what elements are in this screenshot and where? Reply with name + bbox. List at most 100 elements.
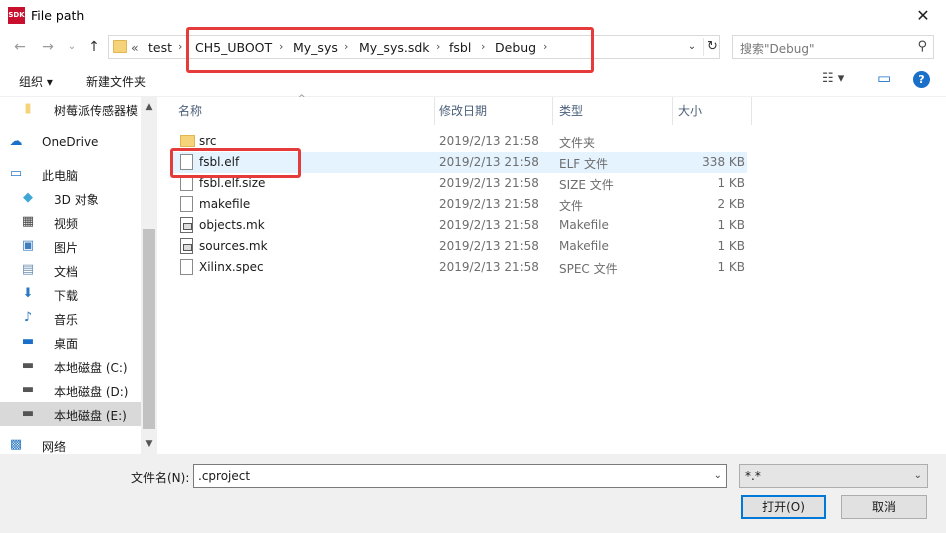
sidebar-item[interactable]: ▬ 本地磁盘 (D:): [0, 378, 141, 402]
breadcrumb-separator[interactable]: ›: [481, 40, 485, 53]
sidebar-item[interactable]: ▦ 视频: [0, 210, 141, 234]
new-folder-button[interactable]: 新建文件夹: [86, 73, 146, 90]
sidebar-item-label: 本地磁盘 (D:): [54, 385, 129, 399]
cancel-button[interactable]: 取消: [841, 495, 927, 519]
sidebar-item[interactable]: ▣ 图片: [0, 234, 141, 258]
file-row[interactable]: fsbl.elf.size 2019/2/13 21:58 SIZE 文件 1 KB: [170, 173, 747, 194]
breadcrumb-separator[interactable]: ›: [279, 40, 283, 53]
sidebar-item[interactable]: ◆ 3D 对象: [0, 186, 141, 210]
scroll-down-arrow-icon[interactable]: ▼: [141, 436, 157, 452]
sidebar-item-label: 树莓派传感器模: [54, 104, 139, 118]
sidebar-item[interactable]: ▬ 本地磁盘 (C:): [0, 354, 141, 378]
breadcrumb-ch5-uboot[interactable]: CH5_UBOOT: [195, 40, 272, 55]
open-button[interactable]: 打开(O): [741, 495, 826, 519]
sidebar-item-label: 此电脑: [42, 169, 79, 183]
file-size: 1 KB: [717, 239, 745, 253]
drive-e-icon: ▬: [21, 406, 35, 421]
file-name: fsbl.elf: [199, 155, 240, 169]
file-row[interactable]: makefile 2019/2/13 21:58 文件 2 KB: [170, 194, 747, 215]
navigation-pane[interactable]: ▩ 网络 ▬ 本地磁盘 (E:) ▬ 本地磁盘 (D:) ▬ 本地磁盘 (C:) ▬ 桌面 ♪ 音乐 ⬇…: [0, 97, 157, 454]
makefile-icon: [180, 238, 193, 254]
column-divider[interactable]: [751, 97, 752, 125]
column-header-size[interactable]: 大小: [672, 97, 751, 125]
sidebar-item-label: 音乐: [54, 313, 79, 327]
column-header-date[interactable]: 修改日期: [433, 97, 552, 125]
breadcrumb-separator[interactable]: ›: [436, 40, 440, 53]
window-title: File path: [31, 8, 85, 23]
breadcrumb-separator[interactable]: ›: [543, 40, 547, 53]
organize-button[interactable]: 组织 ▾: [19, 73, 53, 90]
view-options-icon[interactable]: ☷ ▾: [822, 71, 844, 86]
refresh-icon[interactable]: ↻: [703, 38, 721, 56]
file-date: 2019/2/13 21:58: [439, 155, 539, 169]
sidebar-item[interactable]: ▮ 树莓派传感器模: [0, 97, 141, 121]
music-icon: ♪: [23, 310, 33, 325]
file-size: 1 KB: [717, 260, 745, 274]
sidebar-item[interactable]: ⬇ 下载: [0, 282, 141, 306]
file-type-filter[interactable]: *.* ⌄: [739, 464, 928, 488]
sidebar-item-label: 网络: [42, 440, 67, 454]
file-row[interactable]: Xilinx.spec 2019/2/13 21:58 SPEC 文件 1 KB: [170, 257, 747, 278]
preview-pane-icon[interactable]: ▭: [877, 69, 891, 87]
help-icon[interactable]: ?: [913, 71, 930, 88]
breadcrumb-debug[interactable]: Debug: [495, 40, 536, 55]
file-type: Makefile: [559, 218, 609, 232]
drive-d-icon: ▬: [21, 382, 35, 397]
breadcrumb-my-sys-sdk[interactable]: My_sys.sdk: [359, 40, 430, 55]
scroll-up-arrow-icon[interactable]: ▲: [141, 99, 157, 115]
sdk-app-icon: SDK: [8, 7, 25, 24]
file-list[interactable]: 名称 ^ 修改日期 类型 大小 src 2019/2/13 21:58 文件夹 fsb…: [157, 94, 946, 454]
address-dropdown-icon[interactable]: ⌄: [683, 38, 701, 56]
file-icon: [180, 154, 193, 170]
filename-value[interactable]: .cproject: [198, 469, 250, 483]
file-type: ELF 文件: [559, 157, 608, 171]
sidebar-item-label: 视频: [54, 217, 79, 231]
sidebar-item[interactable]: ▤ 文档: [0, 258, 141, 282]
search-icon[interactable]: ⚲: [917, 39, 927, 54]
column-header-type[interactable]: 类型: [553, 97, 672, 125]
video-icon: ▦: [21, 214, 35, 229]
document-icon: ▤: [21, 262, 35, 277]
recent-locations-button[interactable]: ⌄: [62, 37, 82, 57]
breadcrumb-separator[interactable]: ›: [344, 40, 348, 53]
sidebar-item[interactable]: ▬ 本地磁盘 (E:): [0, 402, 141, 426]
cloud-icon: ☁: [9, 134, 23, 149]
filename-input[interactable]: .cproject ⌄: [193, 464, 727, 488]
sidebar-scroll-thumb[interactable]: [143, 229, 155, 429]
makefile-icon: [180, 217, 193, 233]
file-date: 2019/2/13 21:58: [439, 134, 539, 148]
sort-arrow-icon: ^: [298, 94, 306, 104]
up-button[interactable]: ↑: [84, 37, 104, 57]
folder-icon: [113, 40, 127, 53]
sidebar-item[interactable]: ▭ 此电脑: [0, 162, 141, 186]
file-row[interactable]: fsbl.elf 2019/2/13 21:58 ELF 文件 338 KB: [170, 152, 747, 173]
file-name: fsbl.elf.size: [199, 176, 266, 190]
file-type-filter-value: *.*: [745, 469, 761, 483]
close-button[interactable]: ✕: [900, 0, 946, 31]
breadcrumb-fsbl[interactable]: fsbl: [449, 40, 471, 55]
file-row[interactable]: src 2019/2/13 21:58 文件夹: [170, 131, 747, 152]
breadcrumb-overflow[interactable]: «: [131, 40, 139, 55]
file-name: objects.mk: [199, 218, 265, 232]
back-button[interactable]: ←: [10, 37, 30, 57]
sidebar-item-label: 本地磁盘 (C:): [54, 361, 128, 375]
breadcrumb-test[interactable]: test: [148, 40, 172, 55]
filename-dropdown-icon[interactable]: ⌄: [714, 470, 722, 481]
file-icon: [180, 259, 193, 275]
breadcrumb-my-sys[interactable]: My_sys: [293, 40, 338, 55]
address-bar[interactable]: « test › CH5_UBOOT › My_sys › My_sys.sdk…: [108, 35, 720, 59]
breadcrumb-separator[interactable]: ›: [178, 40, 182, 53]
forward-button[interactable]: →: [38, 37, 58, 57]
sidebar-item-label: 图片: [54, 241, 79, 255]
search-input[interactable]: 搜索"Debug" ⚲: [732, 35, 934, 59]
file-row[interactable]: objects.mk 2019/2/13 21:58 Makefile 1 KB: [170, 215, 747, 236]
file-row[interactable]: sources.mk 2019/2/13 21:58 Makefile 1 KB: [170, 236, 747, 257]
computer-icon: ▭: [9, 166, 23, 181]
sidebar-item[interactable]: ▩ 网络: [0, 433, 141, 454]
sidebar-item[interactable]: ▬ 桌面: [0, 330, 141, 354]
sidebar-item[interactable]: ☁ OneDrive: [0, 130, 141, 154]
file-size: 1 KB: [717, 218, 745, 232]
sidebar-item-label: 桌面: [54, 337, 79, 351]
sidebar-item[interactable]: ♪ 音乐: [0, 306, 141, 330]
chevron-down-icon[interactable]: ⌄: [914, 470, 922, 481]
